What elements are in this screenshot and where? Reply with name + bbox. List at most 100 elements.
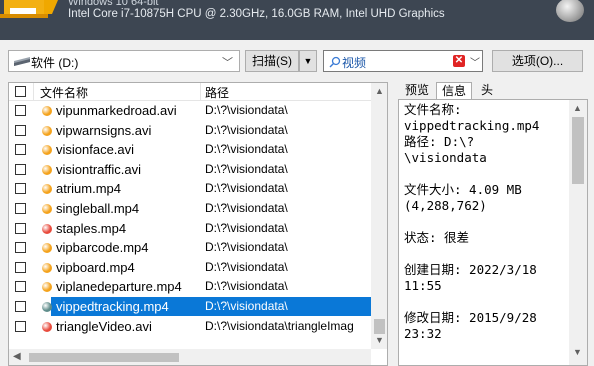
table-row[interactable]: staples.mp4 D:\?\visiondata\	[9, 219, 371, 238]
scan-button[interactable]: 扫描(S)	[245, 50, 299, 72]
status-dot-icon	[42, 204, 52, 214]
file-path: D:\?\visiondata\	[205, 279, 288, 294]
row-checkbox[interactable]	[15, 281, 26, 293]
row-checkbox[interactable]	[15, 301, 26, 312]
info-scroll-thumb[interactable]	[572, 117, 584, 184]
table-row[interactable]: vipwarnsigns.avi D:\?\visiondata\	[9, 121, 371, 140]
status-dot-icon	[42, 145, 52, 156]
row-checkbox[interactable]	[15, 222, 26, 234]
tab-info[interactable]: 信息	[436, 82, 472, 99]
file-path: D:\?\visiondata\triangleImag	[205, 318, 354, 333]
app-header: Windows 10 64-bit Intel Core i7-10875H C…	[0, 0, 594, 40]
file-path: D:\?\visiondata\	[205, 103, 288, 117]
column-header-name[interactable]: 文件名称	[40, 84, 88, 101]
file-name: vippedtracking.mp4	[56, 299, 169, 314]
clear-icon[interactable]: ✕	[453, 55, 465, 67]
status-dot-icon	[42, 282, 52, 293]
file-path: D:\?\visiondata\	[205, 161, 288, 176]
row-checkbox[interactable]	[15, 242, 26, 254]
file-name: atrium.mp4	[56, 181, 122, 197]
options-button[interactable]: 选项(O)...	[492, 50, 583, 72]
drive-label: 软件 (D:)	[31, 56, 79, 70]
file-list[interactable]: 文件名称 路径 vipunmarkedroad.avi D:\?\visionda…	[8, 82, 388, 366]
column-divider	[200, 83, 201, 100]
row-checkbox[interactable]	[15, 144, 26, 156]
status-dot-icon	[42, 164, 52, 175]
row-checkbox[interactable]	[15, 105, 26, 116]
status-dot-icon	[42, 262, 52, 273]
table-row[interactable]: visiontraffic.avi D:\?\visiondata\	[9, 160, 371, 179]
file-path: D:\?\visiondata\	[205, 259, 288, 274]
scroll-left-icon[interactable]: ◀	[13, 351, 21, 362]
dropdown-chevron-icon: ﹀	[222, 57, 233, 69]
file-name: singleball.mp4	[56, 201, 140, 216]
file-path: D:\?\visiondata\	[205, 181, 288, 196]
dropdown-arrow-icon: ▼	[303, 56, 313, 66]
file-path: D:\?\visiondata\	[205, 240, 288, 255]
horizontal-scroll-thumb[interactable]	[29, 353, 179, 362]
scroll-thumb[interactable]	[374, 319, 385, 334]
select-all-checkbox[interactable]	[15, 86, 26, 97]
search-input[interactable]: 视频 ✕ ﹀	[323, 50, 483, 72]
status-dot-icon	[42, 243, 52, 254]
horizontal-scrollbar[interactable]: ◀	[9, 349, 371, 365]
app-logo-icon	[0, 0, 58, 18]
file-path: D:\?\visiondata\	[205, 299, 288, 313]
file-name: visiontraffic.avi	[56, 161, 142, 177]
drive-icon	[14, 57, 30, 66]
info-scrollbar[interactable]: ▲ ▼	[569, 100, 587, 365]
status-dot-icon	[42, 125, 52, 136]
file-name: viplanedeparture.mp4	[56, 279, 182, 295]
file-path: D:\?\visiondata\	[205, 201, 288, 215]
row-checkbox[interactable]	[15, 183, 26, 195]
search-text: 视频	[342, 56, 367, 70]
column-divider	[33, 83, 34, 100]
table-row[interactable]: vipunmarkedroad.avi D:\?\visiondata\	[9, 101, 371, 120]
file-name: vipboard.mp4	[56, 259, 135, 275]
status-dot-icon	[42, 302, 52, 312]
table-row[interactable]: visionface.avi D:\?\visiondata\	[9, 140, 371, 159]
row-checkbox[interactable]	[15, 320, 26, 332]
table-row[interactable]: triangleVideo.avi D:\?\visiondata\triangl…	[9, 317, 371, 336]
scan-dropdown-button[interactable]: ▼	[299, 50, 317, 72]
row-checkbox[interactable]	[15, 261, 26, 273]
info-panel: 预览 信息 头 文件名称: vippedtracking.mp4 路径: D:\…	[394, 82, 594, 366]
status-dot-icon	[42, 184, 52, 195]
row-checkbox[interactable]	[15, 203, 26, 214]
list-header: 文件名称 路径	[9, 83, 379, 101]
status-dot-icon	[42, 321, 52, 332]
toolbar: 软件 (D:) ﹀ 扫描(S) ▼ 视频 ✕ ﹀ 选项(O)...	[0, 40, 594, 82]
file-path: D:\?\visiondata\	[205, 122, 288, 137]
status-dot-icon	[42, 106, 52, 116]
file-path: D:\?\visiondata\	[205, 142, 288, 157]
column-header-path[interactable]: 路径	[205, 84, 229, 101]
table-row[interactable]: atrium.mp4 D:\?\visiondata\	[9, 179, 371, 198]
hardware-info: Intel Core i7-10875H CPU @ 2.30GHz, 16.0…	[68, 8, 445, 20]
status-sphere-icon	[556, 0, 584, 22]
search-icon	[329, 56, 341, 68]
file-name: triangleVideo.avi	[56, 318, 152, 334]
scroll-up-icon[interactable]: ▲	[375, 86, 384, 96]
file-name: staples.mp4	[56, 220, 127, 236]
scroll-down-icon[interactable]: ▼	[375, 335, 384, 345]
row-checkbox[interactable]	[15, 163, 26, 175]
file-name: visionface.avi	[56, 142, 135, 158]
tab-preview[interactable]: 预览	[398, 82, 436, 99]
drive-select[interactable]: 软件 (D:) ﹀	[8, 50, 240, 72]
status-dot-icon	[42, 223, 52, 234]
table-row[interactable]: singleball.mp4 D:\?\visiondata\	[9, 199, 371, 218]
file-name: vipunmarkedroad.avi	[56, 103, 177, 118]
os-info: Windows 10 64-bit	[68, 0, 159, 8]
table-row[interactable]: vipbarcode.mp4 D:\?\visiondata\	[9, 238, 371, 257]
table-row[interactable]: viplanedeparture.mp4 D:\?\visiondata\	[9, 277, 371, 296]
vertical-scrollbar[interactable]: ▲ ▼	[371, 83, 387, 349]
file-path: D:\?\visiondata\	[205, 220, 288, 235]
scroll-down-icon[interactable]: ▼	[573, 347, 582, 357]
row-checkbox[interactable]	[15, 124, 26, 136]
search-chevron-icon[interactable]: ﹀	[470, 54, 480, 69]
table-row[interactable]: vippedtracking.mp4 D:\?\visiondata\	[9, 297, 371, 316]
scroll-up-icon[interactable]: ▲	[573, 103, 582, 113]
file-name: vipbarcode.mp4	[56, 240, 149, 256]
table-row[interactable]: vipboard.mp4 D:\?\visiondata\	[9, 258, 371, 277]
tab-header[interactable]: 头	[474, 82, 500, 99]
